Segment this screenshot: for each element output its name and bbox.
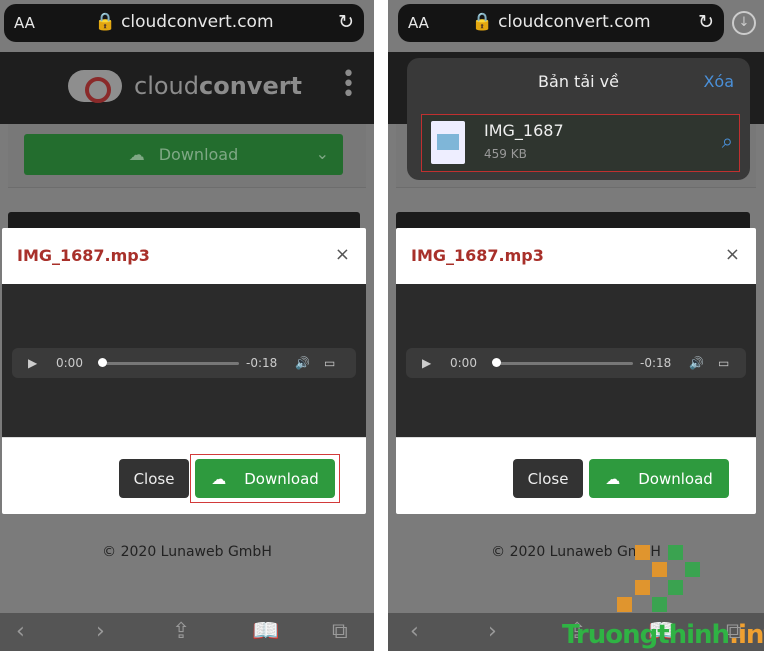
close-icon[interactable]: × (725, 244, 740, 265)
volume-icon[interactable]: 🔊 (689, 356, 704, 370)
audio-modal: IMG_1687.mp3 × ▶ 0:00 -0:18 🔊 ▭ Close ☁ D… (2, 228, 366, 514)
modal-title: IMG_1687.mp3 (17, 246, 150, 265)
cloud-download-icon: ☁ (605, 469, 621, 488)
chevron-down-icon[interactable]: ⌄ (316, 144, 329, 163)
reload-icon[interactable]: ↻ (698, 11, 714, 33)
popover-title: Bản tải về (538, 72, 619, 91)
audio-area: ▶ 0:00 -0:18 🔊 ▭ (396, 284, 756, 437)
lock-icon: 🔒 (471, 12, 493, 32)
cloud-logo-icon (68, 70, 122, 103)
remaining-time: -0:18 (246, 356, 278, 370)
highlight-box (190, 454, 340, 503)
site-header: cloudconvert • • • (0, 52, 374, 124)
cloud-download-icon: ☁ (128, 145, 145, 164)
search-icon[interactable]: ⌕ (722, 129, 733, 153)
address-bar[interactable]: AA 🔒 cloudconvert.com ↻ (398, 4, 724, 42)
back-icon[interactable]: ‹ (16, 619, 25, 644)
play-icon[interactable]: ▶ (422, 356, 431, 370)
safari-toolbar: ‹ › ⇪ 📖 ⧉ (0, 613, 374, 651)
url-host: cloudconvert.com (498, 12, 651, 32)
audio-player[interactable]: ▶ 0:00 -0:18 🔊 ▭ (12, 348, 356, 378)
address-bar[interactable]: AA 🔒 cloudconvert.com ↻ (4, 4, 364, 42)
download-item[interactable]: IMG_1687 459 KB ⌕ (421, 114, 740, 172)
close-icon[interactable]: × (335, 244, 350, 265)
audio-area: ▶ 0:00 -0:18 🔊 ▭ (2, 284, 366, 437)
audio-modal: IMG_1687.mp3 × ▶ 0:00 -0:18 🔊 ▭ Close ☁ D… (396, 228, 756, 514)
tabs-icon[interactable]: ⧉ (332, 619, 348, 644)
download-button[interactable]: ☁ Download (589, 459, 729, 498)
file-size: 459 KB (484, 147, 527, 161)
close-button[interactable]: Close (513, 459, 583, 498)
close-button[interactable]: Close (119, 459, 189, 498)
copyright: © 2020 Lunaweb GmbH (491, 544, 661, 560)
airplay-icon[interactable]: ▭ (324, 356, 335, 370)
cloudconvert-logo: cloudconvert (68, 70, 302, 103)
remaining-time: -0:18 (640, 356, 672, 370)
seek-knob[interactable] (98, 358, 107, 367)
lock-icon: 🔒 (94, 12, 116, 32)
phone-screen-right: AA 🔒 cloudconvert.com ↻ ↓ © 2020 Lunaweb… (388, 0, 764, 651)
reload-icon[interactable]: ↻ (338, 11, 354, 33)
forward-icon[interactable]: › (488, 619, 497, 644)
seek-knob[interactable] (492, 358, 501, 367)
file-name: IMG_1687 (484, 121, 564, 140)
url-host: cloudconvert.com (121, 12, 274, 32)
audio-player[interactable]: ▶ 0:00 -0:18 🔊 ▭ (406, 348, 746, 378)
modal-title: IMG_1687.mp3 (411, 246, 544, 265)
current-time: 0:00 (450, 356, 477, 370)
downloads-icon[interactable]: ↓ (732, 11, 756, 35)
volume-icon[interactable]: 🔊 (295, 356, 310, 370)
phone-screen-left: AA 🔒 cloudconvert.com ↻ cloudconvert • • •… (0, 0, 374, 651)
airplay-icon[interactable]: ▭ (718, 356, 729, 370)
audio-file-icon (431, 121, 465, 164)
seek-bar[interactable] (102, 362, 239, 365)
seek-bar[interactable] (496, 362, 633, 365)
clear-button[interactable]: Xóa (703, 72, 734, 91)
bookmarks-icon[interactable]: 📖 (252, 619, 279, 644)
downloads-popover: Bản tải về Xóa IMG_1687 459 KB ⌕ (407, 58, 750, 180)
play-icon[interactable]: ▶ (28, 356, 37, 370)
forward-icon[interactable]: › (96, 619, 105, 644)
back-icon[interactable]: ‹ (410, 619, 419, 644)
page-download-button[interactable]: ☁ Download ⌄ (24, 134, 343, 175)
copyright: © 2020 Lunaweb GmbH (102, 544, 272, 560)
share-icon[interactable]: ⇪ (172, 619, 190, 644)
current-time: 0:00 (56, 356, 83, 370)
more-menu-icon[interactable]: • • • (342, 64, 355, 106)
